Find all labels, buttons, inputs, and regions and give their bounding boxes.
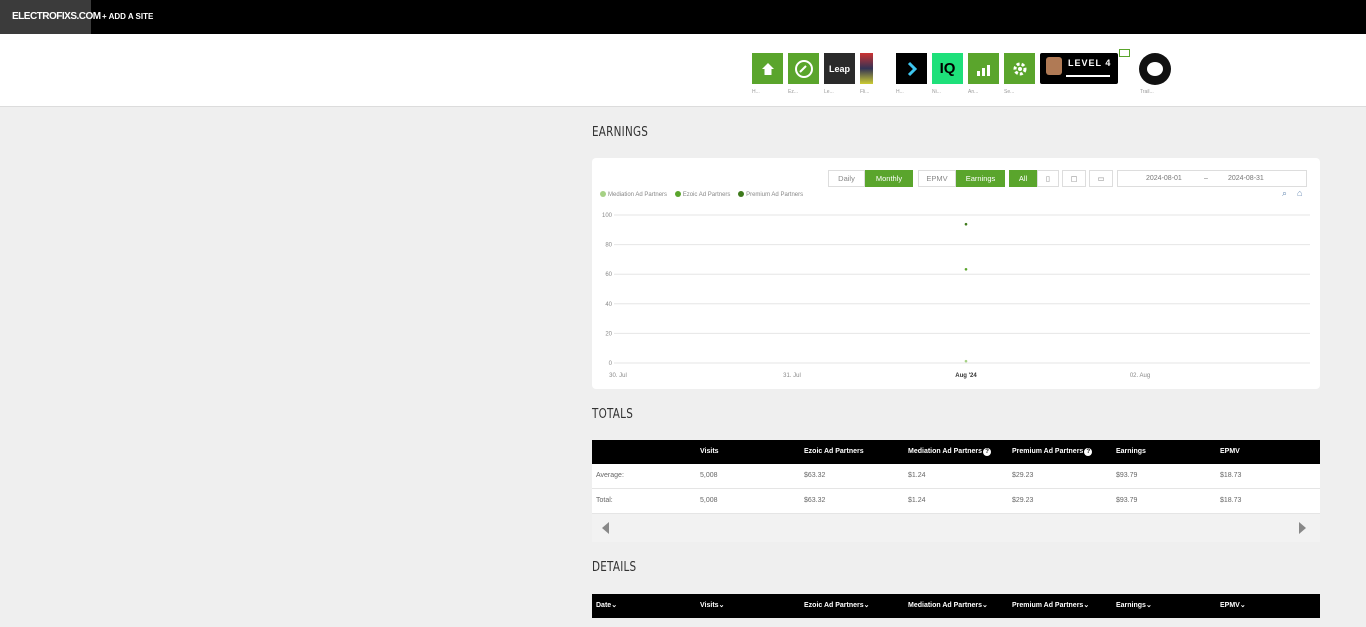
help-icon[interactable]: ? xyxy=(983,448,992,456)
totals-header-row: Visits Ezoic Ad Partners Mediation Ad Pa… xyxy=(592,440,1320,464)
sort-header-earnings[interactable]: Earnings⌄ xyxy=(1116,594,1152,618)
col-header-label: Premium Ad Partners xyxy=(1012,602,1084,609)
col-header-label: EPMV xyxy=(1220,602,1240,609)
cell-mediation: $1.24 xyxy=(908,472,926,479)
col-header-epmv: EPMV xyxy=(1220,448,1240,455)
cell-epmv: $18.73 xyxy=(1220,497,1242,504)
data-point[interactable] xyxy=(964,222,968,226)
y-tick-label: 100 xyxy=(602,213,613,219)
x-tick-label: 30. Jul xyxy=(609,373,627,379)
level-text: LEVEL 4 xyxy=(1068,58,1112,68)
sort-header-mediation[interactable]: Mediation Ad Partners⌄ xyxy=(908,594,988,618)
row-label: Average: xyxy=(596,472,624,479)
sort-header-premium[interactable]: Premium Ad Partners⌄ xyxy=(1012,594,1089,618)
leap-logo-text: Leap xyxy=(828,63,850,74)
cell-visits: 5,008 xyxy=(700,472,718,479)
col-header-mediation: Mediation Ad Partners? xyxy=(908,440,992,464)
cell-mediation: $1.24 xyxy=(908,497,926,504)
help-icon[interactable]: ? xyxy=(1084,448,1093,456)
cell-ezoic: $63.32 xyxy=(804,472,826,479)
y-tick-label: 80 xyxy=(605,243,612,249)
col-header-premium: Premium Ad Partners? xyxy=(1012,440,1093,464)
data-point[interactable] xyxy=(964,359,968,363)
level-progress-bar xyxy=(1066,75,1110,77)
add-site-link[interactable]: + ADD A SITE xyxy=(102,0,153,34)
leap-icon[interactable]: Leap xyxy=(824,53,855,84)
table-horizontal-scroll[interactable] xyxy=(592,514,1320,542)
col-header-earnings: Earnings xyxy=(1116,448,1146,455)
speedometer-icon[interactable] xyxy=(788,53,819,84)
col-header-label: Visits xyxy=(700,602,719,609)
iq-icon[interactable]: IQ xyxy=(932,53,963,84)
profile-avatar[interactable] xyxy=(1139,53,1171,85)
totals-title: TOTALS xyxy=(592,407,634,422)
totals-table: Visits Ezoic Ad Partners Mediation Ad Pa… xyxy=(592,440,1320,542)
flying-carpet-icon[interactable] xyxy=(860,53,873,84)
app-label: H... xyxy=(896,89,904,95)
row-label: Total: xyxy=(596,497,613,504)
col-header-label: Ezoic Ad Partners xyxy=(804,602,864,609)
earnings-title: EARNINGS xyxy=(592,125,649,140)
x-tick-label: Aug '24 xyxy=(955,373,977,379)
y-tick-label: 60 xyxy=(605,272,612,278)
gear-icon[interactable] xyxy=(1004,53,1035,84)
col-header-ezoic: Ezoic Ad Partners xyxy=(804,448,864,455)
top-bar: ELECTROFIXS.COM + ADD A SITE xyxy=(0,0,1366,34)
mail-icon[interactable] xyxy=(1119,49,1130,57)
table-row: Total: 5,008 $63.32 $1.24 $29.23 $93.79 … xyxy=(592,489,1320,514)
earnings-chart: 0 20 40 60 80 100 30. Jul 31. Jul Aug '24 02. Aug xyxy=(602,213,1310,379)
y-tick-label: 20 xyxy=(605,331,612,337)
details-table: Date⌄ Visits⌄ Ezoic Ad Partners⌄ Mediati… xyxy=(592,594,1320,618)
chevron-right-icon[interactable] xyxy=(896,53,927,84)
table-row: Average: 5,008 $63.32 $1.24 $29.23 $93.7… xyxy=(592,464,1320,489)
x-tick-label: 02. Aug xyxy=(1130,373,1150,379)
app-icon-bar: H... Ez... Leap Le... Fli... H... IQ Ni.… xyxy=(0,34,1366,107)
avatar-icon xyxy=(1147,62,1163,76)
user-photo xyxy=(1046,57,1062,75)
sort-header-epmv[interactable]: EPMV⌄ xyxy=(1220,594,1246,618)
col-header-label: Mediation Ad Partners xyxy=(908,602,983,609)
level-badge[interactable]: LEVEL 4 xyxy=(1040,53,1118,84)
app-label: Le... xyxy=(824,89,834,95)
app-label: Fli... xyxy=(860,89,870,95)
details-header-row: Date⌄ Visits⌄ Ezoic Ad Partners⌄ Mediati… xyxy=(592,594,1320,618)
data-point[interactable] xyxy=(964,267,968,271)
app-label: Ez... xyxy=(788,89,799,95)
earnings-chart-card: Daily Monthly EPMV Earnings All ▯ ▢ ▭ 20… xyxy=(592,158,1320,389)
app-label: An... xyxy=(968,89,979,95)
x-tick-label: 31. Jul xyxy=(783,373,801,379)
sort-header-ezoic[interactable]: Ezoic Ad Partners⌄ xyxy=(804,594,870,618)
scroll-left-icon[interactable] xyxy=(602,522,609,534)
home-icon[interactable] xyxy=(752,53,783,84)
col-header-premium-label: Premium Ad Partners xyxy=(1012,448,1084,455)
analytics-icon[interactable] xyxy=(968,53,999,84)
y-tick-label: 40 xyxy=(605,302,612,308)
cell-earnings: $93.79 xyxy=(1116,472,1138,479)
col-header-label: Date xyxy=(596,602,612,609)
col-header-label: Earnings xyxy=(1116,602,1146,609)
sort-header-visits[interactable]: Visits⌄ xyxy=(700,594,724,618)
profile-label: Trail... xyxy=(1140,89,1154,95)
app-label: Ni... xyxy=(932,89,941,95)
cell-premium: $29.23 xyxy=(1012,472,1034,479)
sort-header-date[interactable]: Date⌄ xyxy=(596,594,617,618)
col-header-mediation-label: Mediation Ad Partners xyxy=(908,448,983,455)
col-header-visits: Visits xyxy=(700,448,719,455)
cell-earnings: $93.79 xyxy=(1116,497,1138,504)
cell-visits: 5,008 xyxy=(700,497,718,504)
site-logo[interactable]: ELECTROFIXS.COM xyxy=(0,0,101,34)
app-label: H... xyxy=(752,89,760,95)
cell-epmv: $18.73 xyxy=(1220,472,1242,479)
cell-ezoic: $63.32 xyxy=(804,497,826,504)
y-tick-label: 0 xyxy=(609,361,613,367)
scroll-right-icon[interactable] xyxy=(1299,522,1306,534)
cell-premium: $29.23 xyxy=(1012,497,1034,504)
iq-logo-text: IQ xyxy=(939,60,956,77)
app-label: Se... xyxy=(1004,89,1015,95)
details-title: DETAILS xyxy=(592,560,637,575)
